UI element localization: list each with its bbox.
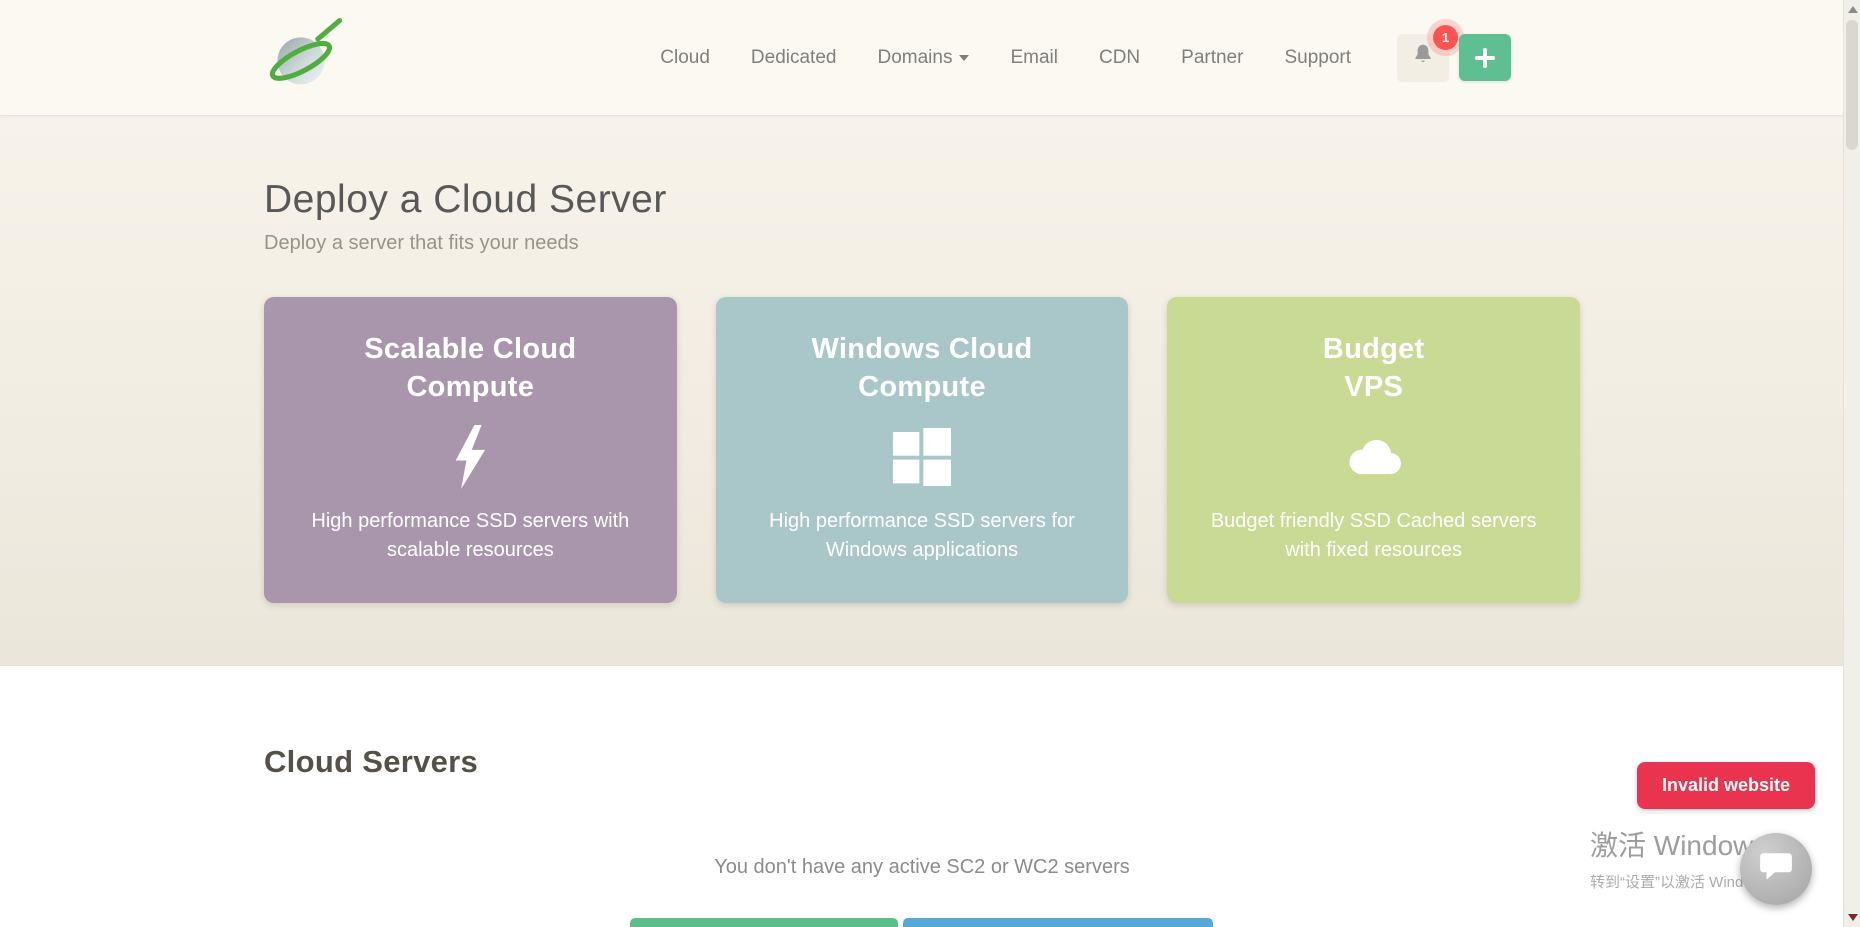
nav-item-label: Cloud	[660, 47, 710, 69]
deploy-sc2-button[interactable]	[630, 918, 898, 927]
cloud-servers-section: Cloud Servers You don't have any active …	[0, 666, 1860, 879]
card-budget-vps[interactable]: Budget VPS Budget friendly SSD Cached se…	[1167, 297, 1580, 603]
card-description: Budget friendly SSD Cached servers with …	[1209, 507, 1539, 565]
page-title: Deploy a Cloud Server	[264, 178, 1580, 222]
section-title: Cloud Servers	[264, 744, 1580, 780]
card-title: Budget VPS	[1323, 331, 1425, 406]
nav-item-email[interactable]: Email	[1010, 47, 1058, 69]
deploy-cards-row: Scalable Cloud Compute High performance …	[264, 297, 1580, 603]
main-nav: Cloud Dedicated Domains Email CDN Partne…	[660, 47, 1351, 69]
add-server-button[interactable]	[1459, 34, 1511, 81]
vertical-scrollbar[interactable]	[1843, 0, 1860, 927]
notifications-button[interactable]: 1	[1397, 34, 1449, 82]
bell-icon	[1410, 42, 1436, 73]
card-title: Windows Cloud Compute	[811, 331, 1032, 406]
nav-item-partner[interactable]: Partner	[1181, 47, 1243, 69]
nav-item-cdn[interactable]: CDN	[1099, 47, 1140, 69]
nav-item-domains[interactable]: Domains	[877, 47, 969, 69]
scroll-up-icon[interactable]	[1848, 6, 1858, 13]
navbar-actions: 1	[1397, 34, 1511, 82]
planet-logo-icon	[264, 17, 348, 98]
nav-item-cloud[interactable]: Cloud	[660, 47, 710, 69]
lightning-icon	[452, 422, 488, 492]
nav-item-label: Support	[1284, 47, 1351, 69]
card-description: High performance SSD servers for Windows…	[757, 507, 1087, 565]
navbar: Cloud Dedicated Domains Email CDN Partne…	[0, 0, 1860, 116]
nav-item-support[interactable]: Support	[1284, 47, 1351, 69]
card-description: High performance SSD servers with scalab…	[305, 507, 635, 565]
card-title: Scalable Cloud Compute	[364, 331, 576, 406]
page-subtitle: Deploy a server that fits your needs	[264, 232, 1580, 255]
brand-logo[interactable]	[264, 19, 348, 97]
chat-bubble-icon	[1758, 851, 1794, 888]
deploy-wc2-button[interactable]	[903, 918, 1213, 927]
page: Cloud Dedicated Domains Email CDN Partne…	[0, 0, 1860, 927]
scrollbar-thumb[interactable]	[1846, 20, 1858, 150]
cloud-icon	[1343, 422, 1405, 492]
windows-icon	[893, 422, 951, 492]
nav-item-dedicated[interactable]: Dedicated	[751, 47, 837, 69]
invalid-website-button[interactable]: Invalid website	[1637, 762, 1815, 809]
live-chat-button[interactable]	[1740, 833, 1812, 905]
nav-item-label: Email	[1010, 47, 1058, 69]
nav-item-label: CDN	[1099, 47, 1140, 69]
empty-servers-message: You don't have any active SC2 or WC2 ser…	[264, 856, 1580, 879]
card-windows-cloud-compute[interactable]: Windows Cloud Compute High performance S…	[716, 297, 1129, 603]
card-scalable-cloud-compute[interactable]: Scalable Cloud Compute High performance …	[264, 297, 677, 603]
deploy-hero-section: Deploy a Cloud Server Deploy a server th…	[0, 116, 1860, 666]
nav-item-label: Dedicated	[751, 47, 837, 69]
nav-item-label: Partner	[1181, 47, 1243, 69]
nav-item-label: Domains	[877, 47, 952, 69]
scroll-down-icon[interactable]	[1848, 914, 1858, 921]
chevron-down-icon	[959, 55, 969, 61]
notification-badge: 1	[1433, 25, 1458, 50]
